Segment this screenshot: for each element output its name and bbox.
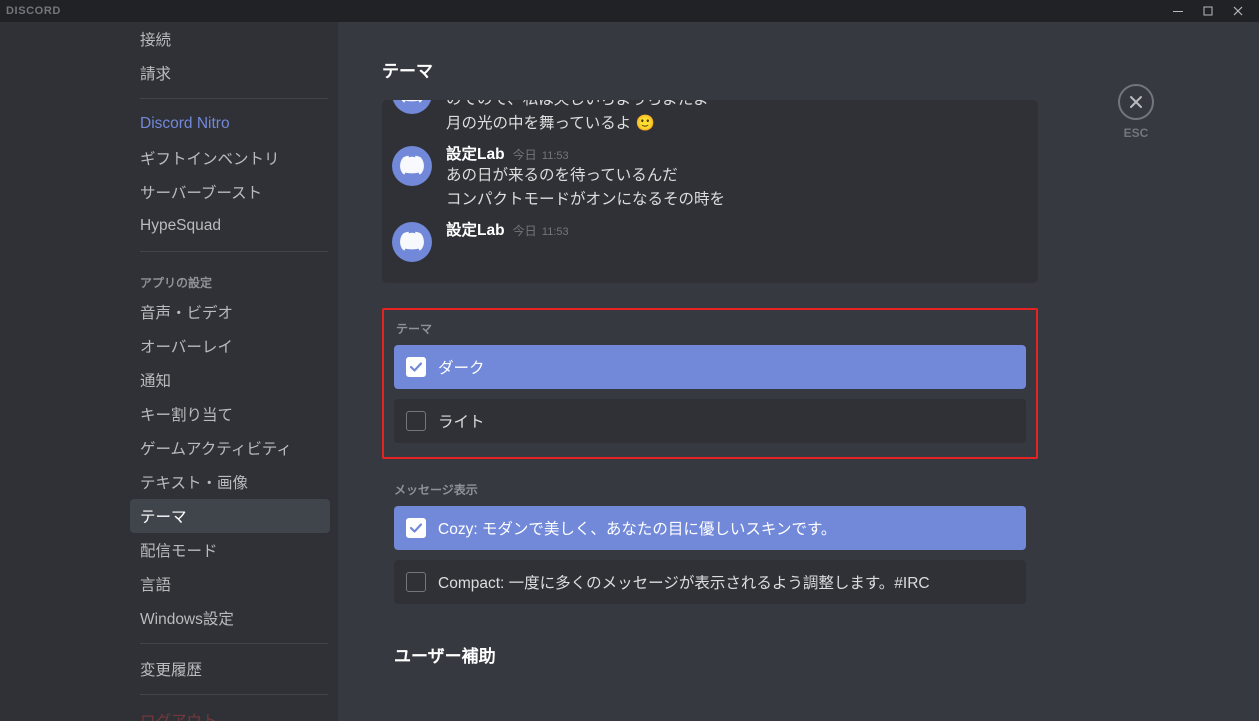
sidebar-separator [140,643,328,644]
sidebar-separator [140,98,328,99]
preview-username: 設定Lab [446,142,505,164]
checkbox-icon [406,572,426,592]
sidebar-item-voice-video[interactable]: 音声・ビデオ [130,295,330,329]
preview-text: あの日が来るのを待っているんだ [446,164,1020,188]
sidebar-item-changelog[interactable]: 変更履歴 [130,652,330,686]
preview-message: 設定Lab 今日 11:53 あの日が来るのを待っているんだ コンパクトモードが… [392,136,1020,212]
content-area: テーマ のてのて、私は夫しいらようらよたよ 月の光の中を舞っているよ 🙂 [338,22,1259,721]
accessibility-title: ユーザー補助 [382,642,1038,667]
sidebar-item-nitro[interactable]: Discord Nitro [130,107,330,141]
preview-text: 月の光の中を舞っているよ 🙂 [446,112,1020,136]
avatar-icon [392,222,432,262]
preview-timestamp: 今日 11:53 [513,222,569,239]
sidebar-item-billing[interactable]: 請求 [130,56,330,90]
sidebar-header-app-settings: アプリの設定 [130,260,338,295]
app-brand: DISCORD [6,5,61,17]
sidebar-item-appearance[interactable]: テーマ [130,499,330,533]
preview-message: 設定Lab 今日 11:53 [392,212,1020,262]
preview-text: コンパクトモードがオンになるその時を [446,188,1020,212]
preview-timestamp: 今日 11:53 [513,146,569,163]
option-label: Cozy: モダンで美しく、あなたの目に優しいスキンです。 [438,517,836,539]
message-display-option-cozy[interactable]: Cozy: モダンで美しく、あなたの目に優しいスキンです。 [394,506,1026,550]
window-titlebar: DISCORD [0,0,1259,22]
avatar-icon [392,100,432,114]
option-label: Compact: 一度に多くのメッセージが表示されるよう調整します。#IRC [438,571,930,593]
checkbox-icon [406,518,426,538]
sidebar-item-windows-settings[interactable]: Windows設定 [130,601,330,635]
preview-message: のてのて、私は夫しいらようらよたよ 月の光の中を舞っているよ 🙂 [392,100,1020,136]
close-label: ESC [1124,126,1149,140]
window-minimize-button[interactable] [1163,0,1193,22]
option-label: ダーク [438,356,485,378]
theme-option-dark[interactable]: ダーク [394,345,1026,389]
sidebar-item-gift-inventory[interactable]: ギフトインベントリ [130,141,330,175]
window-maximize-button[interactable] [1193,0,1223,22]
appearance-preview: のてのて、私は夫しいらようらよたよ 月の光の中を舞っているよ 🙂 設定Lab 今… [382,100,1038,283]
window-close-button[interactable] [1223,0,1253,22]
sidebar-item-server-boost[interactable]: サーバーブースト [130,175,330,209]
checkbox-icon [406,411,426,431]
sidebar-item-game-activity[interactable]: ゲームアクティビティ [130,431,330,465]
sidebar-item-connections[interactable]: 接続 [130,22,330,56]
sidebar-separator [140,694,328,695]
option-label: ライト [438,410,485,432]
sidebar-separator [140,251,328,252]
settings-sidebar: 接続 請求 Discord Nitro ギフトインベントリ サーバーブースト H… [0,22,338,721]
message-display-label: メッセージ表示 [394,481,1026,498]
sidebar-item-language[interactable]: 言語 [130,567,330,601]
theme-label: テーマ [396,320,1026,337]
close-button[interactable] [1118,84,1154,120]
sidebar-item-keybinds[interactable]: キー割り当て [130,397,330,431]
sidebar-item-streamer-mode[interactable]: 配信モード [130,533,330,567]
sidebar-item-text-images[interactable]: テキスト・画像 [130,465,330,499]
sidebar-item-overlay[interactable]: オーバーレイ [130,329,330,363]
avatar-icon [392,146,432,186]
message-display-option-compact[interactable]: Compact: 一度に多くのメッセージが表示されるよう調整します。#IRC [394,560,1026,604]
theme-section-highlight: テーマ ダーク ライト [382,308,1038,459]
close-icon [1128,94,1144,110]
sidebar-item-logout[interactable]: ログアウト [130,703,330,721]
theme-option-light[interactable]: ライト [394,399,1026,443]
preview-text: のてのて、私は夫しいらようらよたよ [446,100,1020,112]
close-settings: ESC [1118,84,1154,140]
checkbox-icon [406,357,426,377]
page-title: テーマ [382,57,1038,82]
sidebar-item-notifications[interactable]: 通知 [130,363,330,397]
sidebar-item-hypesquad[interactable]: HypeSquad [130,209,330,243]
preview-username: 設定Lab [446,218,505,240]
